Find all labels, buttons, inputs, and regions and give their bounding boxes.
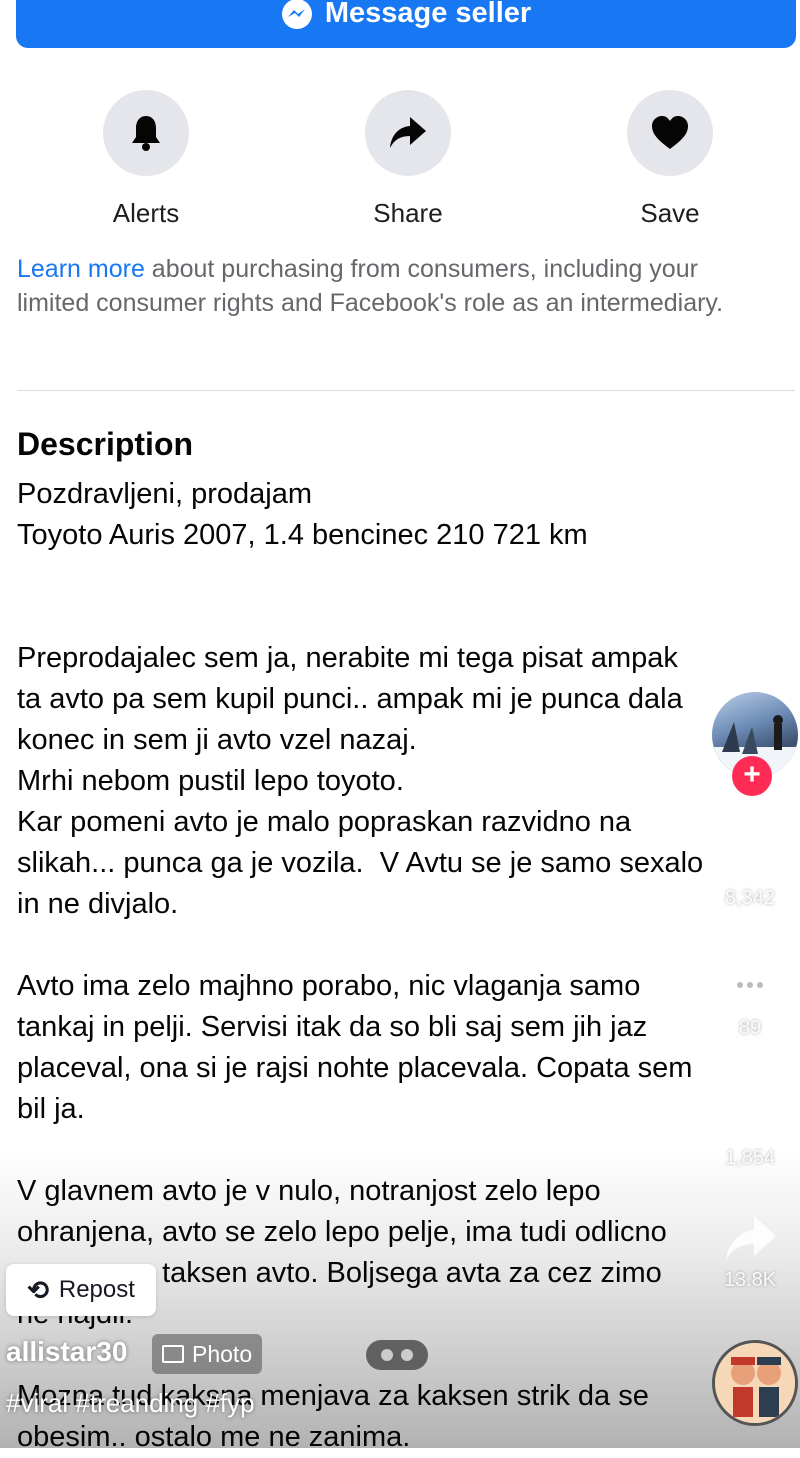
comment-count: 89 — [738, 1017, 762, 1039]
description-title: Description — [17, 426, 194, 462]
message-seller-label: Message seller — [324, 0, 532, 29]
heart-icon — [652, 116, 688, 149]
bookmark-button[interactable]: 1,854 — [705, 1090, 795, 1170]
repost-label: Repost — [58, 1276, 135, 1303]
like-count: 8,342 — [724, 887, 776, 909]
caption-hashtags[interactable]: #viral #treanding #fyp — [6, 1388, 255, 1419]
photo-badge: Photo — [152, 1334, 263, 1374]
bookmark-icon — [732, 1092, 768, 1140]
consumer-rights-notice: Learn more about purchasing from consume… — [17, 252, 757, 320]
creator-username[interactable]: allistar30 — [6, 1336, 127, 1368]
bookmark-count: 1,854 — [724, 1147, 776, 1169]
share-arrow-icon — [390, 117, 426, 148]
repost-button[interactable]: ⟲ Repost — [6, 1264, 156, 1316]
alerts-label: Alerts — [112, 198, 180, 228]
share-arrow-icon — [726, 1216, 776, 1260]
share-count: 13.8K — [723, 1269, 777, 1291]
learn-more-link[interactable]: Learn more — [17, 255, 145, 283]
share-label: Share — [373, 198, 443, 228]
alerts-button[interactable]: Alerts — [56, 90, 236, 229]
save-circle[interactable] — [627, 90, 713, 176]
comment-button[interactable]: 89 — [705, 962, 795, 1040]
heart-icon — [726, 835, 774, 878]
divider — [17, 390, 795, 391]
comment-icon — [725, 965, 775, 1010]
share-overlay-button[interactable]: 13.8K — [705, 1214, 795, 1292]
share-button[interactable]: Share — [318, 90, 498, 229]
messenger-icon — [281, 0, 312, 29]
music-disc[interactable] — [712, 1340, 798, 1426]
save-label: Save — [640, 198, 700, 228]
save-button[interactable]: Save — [580, 90, 760, 229]
message-seller-button[interactable]: Message seller — [16, 0, 796, 48]
alerts-circle[interactable] — [103, 90, 189, 176]
repost-icon: ⟲ — [27, 1274, 49, 1305]
share-circle[interactable] — [365, 90, 451, 176]
photo-icon — [162, 1345, 184, 1363]
carousel-dot — [381, 1349, 393, 1361]
carousel-dot — [401, 1349, 413, 1361]
bell-icon — [132, 116, 160, 151]
like-button[interactable]: 8,342 — [705, 832, 795, 910]
follow-button[interactable]: + — [732, 756, 772, 796]
carousel-indicator — [366, 1340, 428, 1370]
photo-badge-label: Photo — [192, 1340, 253, 1367]
music-cover-image — [715, 1343, 795, 1423]
